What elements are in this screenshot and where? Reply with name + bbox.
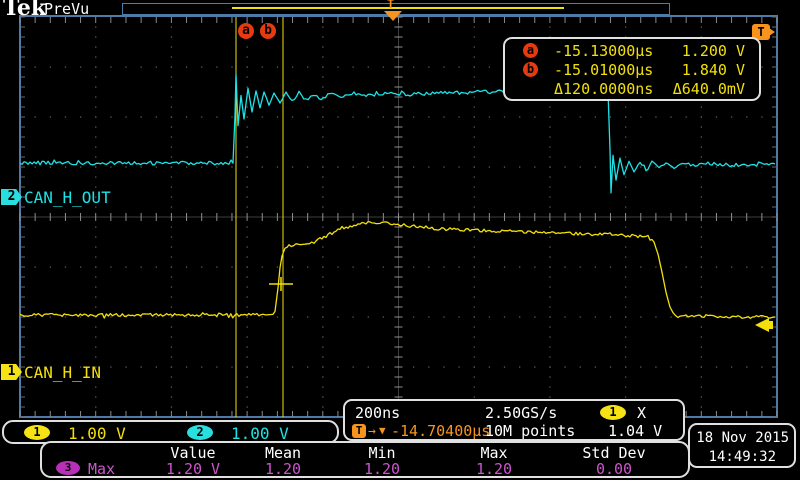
cursor-delta-time: Δ120.0000ns bbox=[554, 80, 654, 98]
meas-header-min: Min bbox=[368, 444, 396, 462]
trigger-position-t-label: T bbox=[387, 0, 395, 11]
meas-header-value: Value bbox=[170, 444, 216, 462]
cursor-b-time: -15.01000µs bbox=[554, 61, 654, 79]
measurement-value: 1.20 V bbox=[165, 460, 221, 478]
meas-header-stddev: Std Dev bbox=[582, 444, 646, 462]
cursor-b-voltage: 1.840 V bbox=[681, 61, 745, 79]
cursor-a-readout-badge: a bbox=[523, 43, 538, 58]
channel2-badge[interactable]: 2 bbox=[187, 425, 213, 440]
cursor-readout-box: a -15.13000µs 1.200 V b -15.01000µs 1.84… bbox=[503, 37, 761, 101]
trigger-level-marker-tail-icon bbox=[769, 28, 775, 36]
tek-logo: Tek bbox=[3, 0, 47, 21]
measurement-name: Max bbox=[88, 460, 116, 478]
time-label: 14:49:32 bbox=[708, 449, 776, 465]
horizontal-delay: -14.70400µs bbox=[391, 422, 491, 440]
cursor-a-time: -15.13000µs bbox=[554, 42, 654, 60]
measurement-mean: 1.20 bbox=[264, 460, 302, 478]
sample-rate: 2.50GS/s bbox=[485, 404, 558, 422]
record-length: 10M points bbox=[485, 422, 576, 440]
channel2-signal-label: CAN_H_OUT bbox=[24, 188, 111, 207]
waveform-edge-arrow-tail-icon bbox=[769, 321, 773, 329]
cursor-b-readout-badge: b bbox=[523, 62, 538, 77]
trigger-t-icon: T bbox=[352, 424, 366, 438]
horizontal-scale: 200ns bbox=[355, 404, 401, 422]
cursor-delta-voltage: Δ640.0mV bbox=[672, 80, 745, 98]
measurement-channel-badge: 3 bbox=[56, 461, 80, 475]
acquisition-mode-label: PreVu bbox=[44, 0, 90, 18]
trigger-source-badge: 1 bbox=[600, 405, 626, 420]
trigger-position-marker-icon[interactable] bbox=[384, 11, 402, 21]
measurement-stddev: 0.00 bbox=[595, 460, 633, 478]
meas-header-mean: Mean bbox=[264, 444, 302, 462]
oscilloscope-screen: Tek PreVu T a b 2 CAN_H_OUT 1 CAN_H_IN T… bbox=[0, 0, 800, 480]
measurement-min: 1.20 bbox=[363, 460, 401, 478]
measurement-table: Value Mean Min Max Std Dev 3 Max 1.20 V … bbox=[40, 441, 690, 478]
zoom-window-indicator[interactable] bbox=[232, 7, 564, 9]
channel1-signal-label: CAN_H_IN bbox=[24, 363, 102, 382]
waveform-edge-arrow-icon bbox=[755, 318, 769, 332]
trace-can_h_in bbox=[20, 221, 776, 319]
channel1-scale: 1.00 V bbox=[68, 424, 126, 443]
trigger-level-value: 1.04 V bbox=[608, 422, 663, 440]
trigger-slope-icon: X bbox=[637, 404, 647, 422]
datetime-box: 18 Nov 2015 14:49:32 bbox=[688, 423, 796, 468]
meas-header-max: Max bbox=[480, 444, 508, 462]
measurement-max: 1.20 bbox=[475, 460, 513, 478]
date-label: 18 Nov 2015 bbox=[696, 430, 789, 446]
horizontal-trigger-box[interactable]: 200ns 2.50GS/s 1 X T → ▼ -14.70400µs 10M… bbox=[343, 399, 685, 441]
cursor-a-voltage: 1.200 V bbox=[681, 42, 745, 60]
trigger-delay-arrow-icon: → bbox=[368, 424, 376, 439]
cursor-b-badge[interactable]: b bbox=[260, 23, 276, 39]
cursor-a-badge[interactable]: a bbox=[238, 23, 254, 39]
channel1-badge[interactable]: 1 bbox=[24, 425, 50, 440]
channel2-scale: 1.00 V bbox=[231, 424, 289, 443]
trigger-delay-triangle-icon: ▼ bbox=[379, 424, 386, 437]
